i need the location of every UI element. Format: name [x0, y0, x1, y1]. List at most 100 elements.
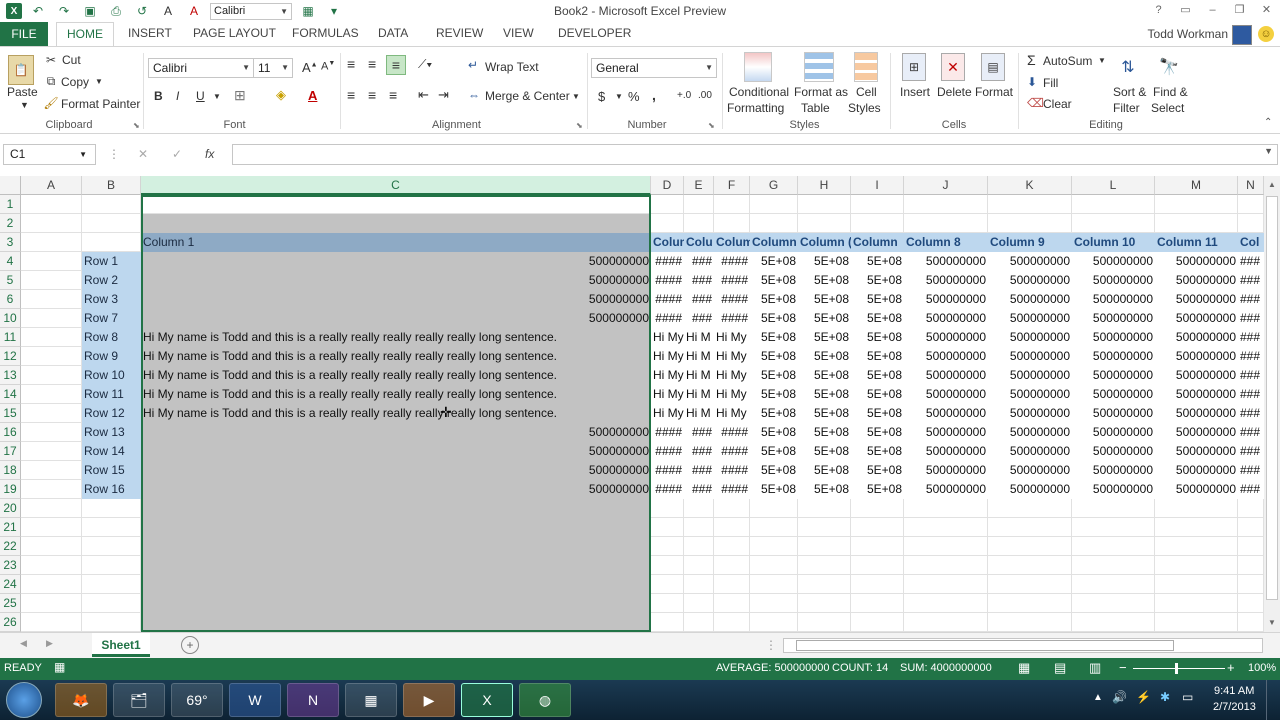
- data-cell[interactable]: ###: [1238, 290, 1264, 309]
- data-cell[interactable]: 500000000: [1072, 252, 1155, 271]
- data-cell[interactable]: 5E+08: [798, 309, 851, 328]
- data-cell[interactable]: ###: [684, 290, 714, 309]
- data-cell[interactable]: 5E+08: [750, 480, 798, 499]
- data-cell[interactable]: 5E+08: [798, 385, 851, 404]
- data-cell[interactable]: Hi M: [684, 404, 714, 423]
- data-cell[interactable]: Hi My: [651, 347, 684, 366]
- data-cell[interactable]: 500000000: [904, 423, 988, 442]
- data-cell[interactable]: 5E+08: [851, 442, 904, 461]
- font-name-combo[interactable]: Calibri ▼: [148, 58, 254, 78]
- help-icon[interactable]: ?: [1145, 0, 1172, 20]
- data-cell[interactable]: ####: [714, 271, 750, 290]
- zoom-slider-thumb[interactable]: [1175, 663, 1178, 674]
- data-cell[interactable]: 5E+08: [750, 347, 798, 366]
- data-cell[interactable]: Hi My: [714, 404, 750, 423]
- column-c-cell[interactable]: 500000000: [141, 480, 651, 499]
- data-cell[interactable]: Hi My: [651, 328, 684, 347]
- decrease-decimal-icon[interactable]: .00: [698, 90, 712, 101]
- formula-input[interactable]: ▼: [232, 144, 1278, 165]
- page-layout-view-icon[interactable]: ▤: [1054, 660, 1066, 676]
- column-header-i[interactable]: I: [851, 176, 904, 195]
- data-cell[interactable]: ###: [684, 309, 714, 328]
- data-cell[interactable]: 5E+08: [750, 366, 798, 385]
- italic-button[interactable]: I: [176, 89, 179, 103]
- data-cell[interactable]: 5E+08: [798, 290, 851, 309]
- column-c-cell[interactable]: 500000000: [141, 271, 651, 290]
- header-cell[interactable]: Column: [750, 233, 798, 252]
- data-cell[interactable]: 500000000: [988, 309, 1072, 328]
- merge-center-button[interactable]: Merge & Center: [485, 89, 570, 103]
- format-as-table-button[interactable]: Format as: [794, 85, 848, 99]
- select-all-button[interactable]: [0, 176, 21, 195]
- row-header[interactable]: 4: [0, 252, 21, 271]
- zoom-in-icon[interactable]: +: [1227, 660, 1235, 675]
- header-cell[interactable]: Column 8: [904, 233, 988, 252]
- row-header[interactable]: 21: [0, 518, 21, 537]
- grow-font-icon[interactable]: A▲: [302, 60, 318, 75]
- alignment-launcher-icon[interactable]: ⬊: [576, 121, 583, 130]
- row-label-cell[interactable]: Row 3: [82, 290, 141, 309]
- green-app-icon[interactable]: ◍: [519, 683, 571, 717]
- data-cell[interactable]: ###: [684, 480, 714, 499]
- header-cell[interactable]: Colum: [714, 233, 750, 252]
- data-cell[interactable]: Hi My: [714, 347, 750, 366]
- explorer-icon[interactable]: 🗂: [113, 683, 165, 717]
- data-cell[interactable]: ####: [714, 442, 750, 461]
- calculator-icon[interactable]: ▦: [345, 683, 397, 717]
- format-cells-button[interactable]: Format: [975, 85, 1013, 99]
- data-cell[interactable]: 500000000: [1155, 328, 1238, 347]
- data-cell[interactable]: ####: [714, 252, 750, 271]
- data-cell[interactable]: 500000000: [1072, 442, 1155, 461]
- data-cell[interactable]: 500000000: [988, 461, 1072, 480]
- row-label-cell[interactable]: Row 12: [82, 404, 141, 423]
- data-cell[interactable]: 500000000: [1072, 271, 1155, 290]
- data-cell[interactable]: 500000000: [988, 271, 1072, 290]
- row-header[interactable]: 18: [0, 461, 21, 480]
- data-cell[interactable]: ####: [714, 423, 750, 442]
- data-cell[interactable]: 500000000: [1072, 404, 1155, 423]
- data-cell[interactable]: 500000000: [988, 442, 1072, 461]
- scroll-up-icon[interactable]: ▲: [1268, 180, 1276, 189]
- conditional-formatting-button[interactable]: Conditional: [729, 85, 789, 99]
- clear-button[interactable]: Clear: [1043, 97, 1072, 111]
- row-label-cell[interactable]: Row 13: [82, 423, 141, 442]
- column-header-h[interactable]: H: [798, 176, 851, 195]
- data-cell[interactable]: 500000000: [1155, 442, 1238, 461]
- data-cell[interactable]: 5E+08: [750, 328, 798, 347]
- number-launcher-icon[interactable]: ⬊: [708, 121, 715, 130]
- data-cell[interactable]: 500000000: [1155, 404, 1238, 423]
- copy-button[interactable]: Copy: [61, 75, 89, 89]
- currency-dropdown-icon[interactable]: ▼: [615, 92, 623, 101]
- data-cell[interactable]: 500000000: [904, 385, 988, 404]
- data-cell[interactable]: 5E+08: [851, 366, 904, 385]
- data-cell[interactable]: Hi My: [714, 328, 750, 347]
- data-cell[interactable]: 5E+08: [750, 461, 798, 480]
- cancel-entry-icon[interactable]: ✕: [138, 147, 148, 161]
- header-cell[interactable]: Column 11: [1155, 233, 1238, 252]
- data-cell[interactable]: 5E+08: [750, 423, 798, 442]
- row-label-cell[interactable]: Row 14: [82, 442, 141, 461]
- cell-styles-button[interactable]: Cell: [856, 85, 877, 99]
- align-center-icon[interactable]: ≡: [368, 87, 376, 103]
- scroll-down-icon[interactable]: ▼: [1268, 618, 1276, 627]
- data-cell[interactable]: 500000000: [904, 252, 988, 271]
- data-cell[interactable]: ####: [651, 480, 684, 499]
- tab-file[interactable]: FILE: [0, 22, 48, 46]
- wrap-text-button[interactable]: Wrap Text: [485, 60, 539, 74]
- row-label-cell[interactable]: Row 9: [82, 347, 141, 366]
- font-size-combo[interactable]: 11 ▼: [253, 58, 293, 78]
- data-cell[interactable]: 5E+08: [750, 252, 798, 271]
- data-cell[interactable]: 500000000: [1155, 423, 1238, 442]
- format-as-table-label2[interactable]: Table: [801, 101, 830, 115]
- row-header[interactable]: 6: [0, 290, 21, 309]
- paste-icon[interactable]: 📋: [8, 55, 34, 85]
- scroll-thumb[interactable]: [1266, 196, 1278, 600]
- header-cell[interactable]: Column 9: [988, 233, 1072, 252]
- row-header[interactable]: 12: [0, 347, 21, 366]
- column-c-cell[interactable]: Hi My name is Todd and this is a really …: [141, 328, 651, 347]
- data-cell[interactable]: 500000000: [1155, 252, 1238, 271]
- increase-indent-icon[interactable]: ⇥: [438, 87, 449, 103]
- font-color-icon[interactable]: A: [308, 88, 317, 103]
- column-header-g[interactable]: G: [750, 176, 798, 195]
- row-header[interactable]: 10: [0, 309, 21, 328]
